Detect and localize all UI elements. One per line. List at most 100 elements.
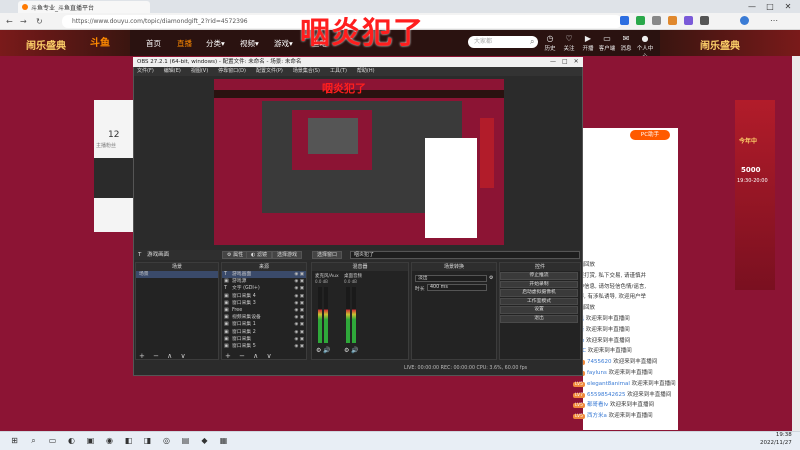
mixer-settings-icon[interactable]: ⚙ 🔊 — [344, 347, 359, 354]
header-client[interactable]: ▭ 客户端 — [598, 34, 616, 52]
source-item[interactable]: ▣ Free ◉ ▣ — [222, 307, 306, 314]
scene-item[interactable]: 场景 — [136, 271, 218, 279]
duration-input[interactable]: 400 ms — [427, 284, 487, 291]
menu-tools[interactable]: 工具(T) — [330, 67, 347, 76]
extension-icon[interactable] — [636, 16, 645, 25]
control-button[interactable]: 开始录制 — [500, 280, 578, 289]
obs-icon[interactable]: ◉ — [103, 434, 116, 447]
streamer-avatar[interactable] — [94, 158, 138, 198]
refresh-icon[interactable]: ↻ — [36, 15, 43, 28]
app-icon-1[interactable]: ◧ — [122, 434, 135, 447]
control-button[interactable]: 启动虚拟摄像机 — [500, 289, 578, 297]
search-input[interactable]: 大家都 — [468, 36, 538, 48]
extension-icon[interactable] — [652, 16, 661, 25]
control-button[interactable]: 工作室模式 — [500, 297, 578, 306]
source-item[interactable]: T 游戏画面 ◉ ▣ — [222, 271, 306, 279]
close-icon[interactable]: ✕ — [780, 0, 796, 13]
chat-username[interactable]: 都哥看lv — [587, 402, 608, 408]
chat-username[interactable]: elegant8animal — [587, 381, 630, 387]
app-icon-2[interactable]: ◨ — [141, 434, 154, 447]
system-clock[interactable]: 19:38 2022/11/27 — [760, 432, 792, 447]
visibility-lock-icon[interactable]: ◉ ▣ — [294, 343, 304, 350]
menu-scene-collection[interactable]: 场景集合(S) — [293, 67, 320, 76]
search-icon[interactable]: ⌕ — [27, 434, 40, 447]
douyu-logo[interactable]: 斗鱼 — [90, 34, 110, 49]
chat-username[interactable]: 7455620 — [587, 359, 612, 365]
extension-icon[interactable] — [684, 16, 693, 25]
visibility-lock-icon[interactable]: ◉ ▣ — [294, 293, 304, 300]
visibility-lock-icon[interactable]: ◉ ▣ — [294, 329, 304, 336]
menu-view[interactable]: 视图(V) — [191, 67, 208, 76]
visibility-lock-icon[interactable]: ◉ ▣ — [294, 271, 304, 278]
visibility-lock-icon[interactable]: ◉ ▣ — [294, 285, 304, 292]
source-item[interactable]: ▣ 窗口采集 2 ◉ ▣ — [222, 329, 306, 336]
menu-file[interactable]: 文件(F) — [137, 67, 154, 76]
text-source-input[interactable]: 咽炎犯了 — [350, 251, 580, 259]
app-icon-3[interactable]: ▤ — [179, 434, 192, 447]
control-button[interactable]: 退出 — [500, 315, 578, 323]
nav-live[interactable]: 直播 — [177, 38, 192, 49]
back-icon[interactable]: ← — [6, 15, 13, 28]
app-icon-5[interactable]: ▦ — [217, 434, 230, 447]
side-ad-banner[interactable]: 今年中 5000 19:30-20:00 — [735, 100, 775, 290]
page-scrollbar[interactable] — [792, 56, 800, 431]
store-icon[interactable]: ▣ — [84, 434, 97, 447]
header-history[interactable]: ◷ 历史 — [541, 34, 559, 52]
menu-docks[interactable]: 停靠窗口(D) — [218, 67, 246, 76]
header-message[interactable]: ✉ 消息 — [617, 34, 635, 52]
source-item[interactable]: ▣ 窗口采集 4 ◉ ▣ — [222, 293, 306, 300]
control-button[interactable]: 停止推流 — [500, 272, 578, 280]
select-window-button[interactable]: 选择窗口 — [312, 251, 343, 259]
source-item[interactable]: ▣ 窗口采集 1 ◉ ▣ — [222, 321, 306, 328]
transition-settings-icon[interactable]: ⚙ — [489, 275, 493, 281]
visibility-lock-icon[interactable]: ◉ ▣ — [294, 336, 304, 343]
transition-select[interactable]: 淡出 — [415, 275, 487, 282]
nav-game[interactable]: 游戏▾ — [274, 38, 293, 49]
search-icon[interactable]: ⌕ — [530, 36, 534, 48]
profile-icon[interactable] — [740, 16, 749, 25]
visibility-lock-icon[interactable]: ◉ ▣ — [294, 314, 304, 321]
scenes-footer-buttons[interactable]: + − ∧ ∨ — [136, 352, 189, 360]
menu-icon[interactable]: ⋯ — [770, 16, 779, 25]
obs-window-controls[interactable]: —□✕ — [550, 57, 585, 67]
source-item[interactable]: T 文字 (GDI+) ◉ ▣ — [222, 285, 306, 292]
mixer-settings-icon[interactable]: ⚙ 🔊 — [316, 347, 331, 354]
minimize-icon[interactable]: — — [744, 0, 760, 13]
extension-icon[interactable] — [668, 16, 677, 25]
visibility-lock-icon[interactable]: ◉ ▣ — [294, 278, 304, 285]
file-explorer-icon[interactable]: ▭ — [46, 434, 59, 447]
menu-profile[interactable]: 配置文件(P) — [256, 67, 283, 76]
source-item[interactable]: ▣ 窗口采集 3 ◉ ▣ — [222, 300, 306, 307]
maximize-icon[interactable]: □ — [762, 0, 778, 13]
source-item[interactable]: ▣ 游戏源 ◉ ▣ — [222, 278, 306, 285]
properties-button[interactable]: ⚙ 属性 — [222, 251, 249, 259]
pc-helper-button[interactable]: PC助手 — [630, 130, 670, 140]
source-item[interactable]: ▣ 视频采集设备 ◉ ▣ — [222, 314, 306, 321]
sources-footer-buttons[interactable]: + − ∧ ∨ — [222, 352, 275, 360]
extension-icon[interactable] — [700, 16, 709, 25]
forward-icon[interactable]: → — [20, 15, 27, 28]
chat-username[interactable]: fayluns — [587, 370, 607, 376]
chat-username[interactable]: 西方米a — [587, 413, 607, 419]
visibility-lock-icon[interactable]: ◉ ▣ — [294, 300, 304, 307]
header-broadcast[interactable]: ▶ 开播 — [579, 34, 597, 52]
nav-category[interactable]: 分类▾ — [206, 38, 225, 49]
start-icon[interactable]: ⊞ — [8, 434, 21, 447]
extension-icon[interactable] — [620, 16, 629, 25]
nav-home[interactable]: 首页 — [146, 38, 161, 49]
nav-video[interactable]: 视频▾ — [240, 38, 259, 49]
filters-button[interactable]: ◐ 滤镜 — [246, 251, 272, 259]
menu-edit[interactable]: 编辑(E) — [164, 67, 181, 76]
header-follow[interactable]: ♡ 关注 — [560, 34, 578, 52]
source-item[interactable]: ▣ 窗口采集 ◉ ▣ — [222, 336, 306, 343]
menu-help[interactable]: 帮助(H) — [357, 67, 375, 76]
select-game-button[interactable]: 选择游戏 — [272, 251, 303, 259]
chat-username[interactable]: 65598542625 — [587, 392, 626, 398]
steam-icon[interactable]: ◎ — [160, 434, 173, 447]
control-button[interactable]: 设置 — [500, 306, 578, 314]
browser-tab[interactable]: 斗鱼专业_斗鱼直播平台 — [18, 1, 150, 13]
visibility-lock-icon[interactable]: ◉ ▣ — [294, 321, 304, 328]
app-icon-4[interactable]: ◆ — [198, 434, 211, 447]
edge-icon[interactable]: ◐ — [65, 434, 78, 447]
visibility-lock-icon[interactable]: ◉ ▣ — [294, 307, 304, 314]
